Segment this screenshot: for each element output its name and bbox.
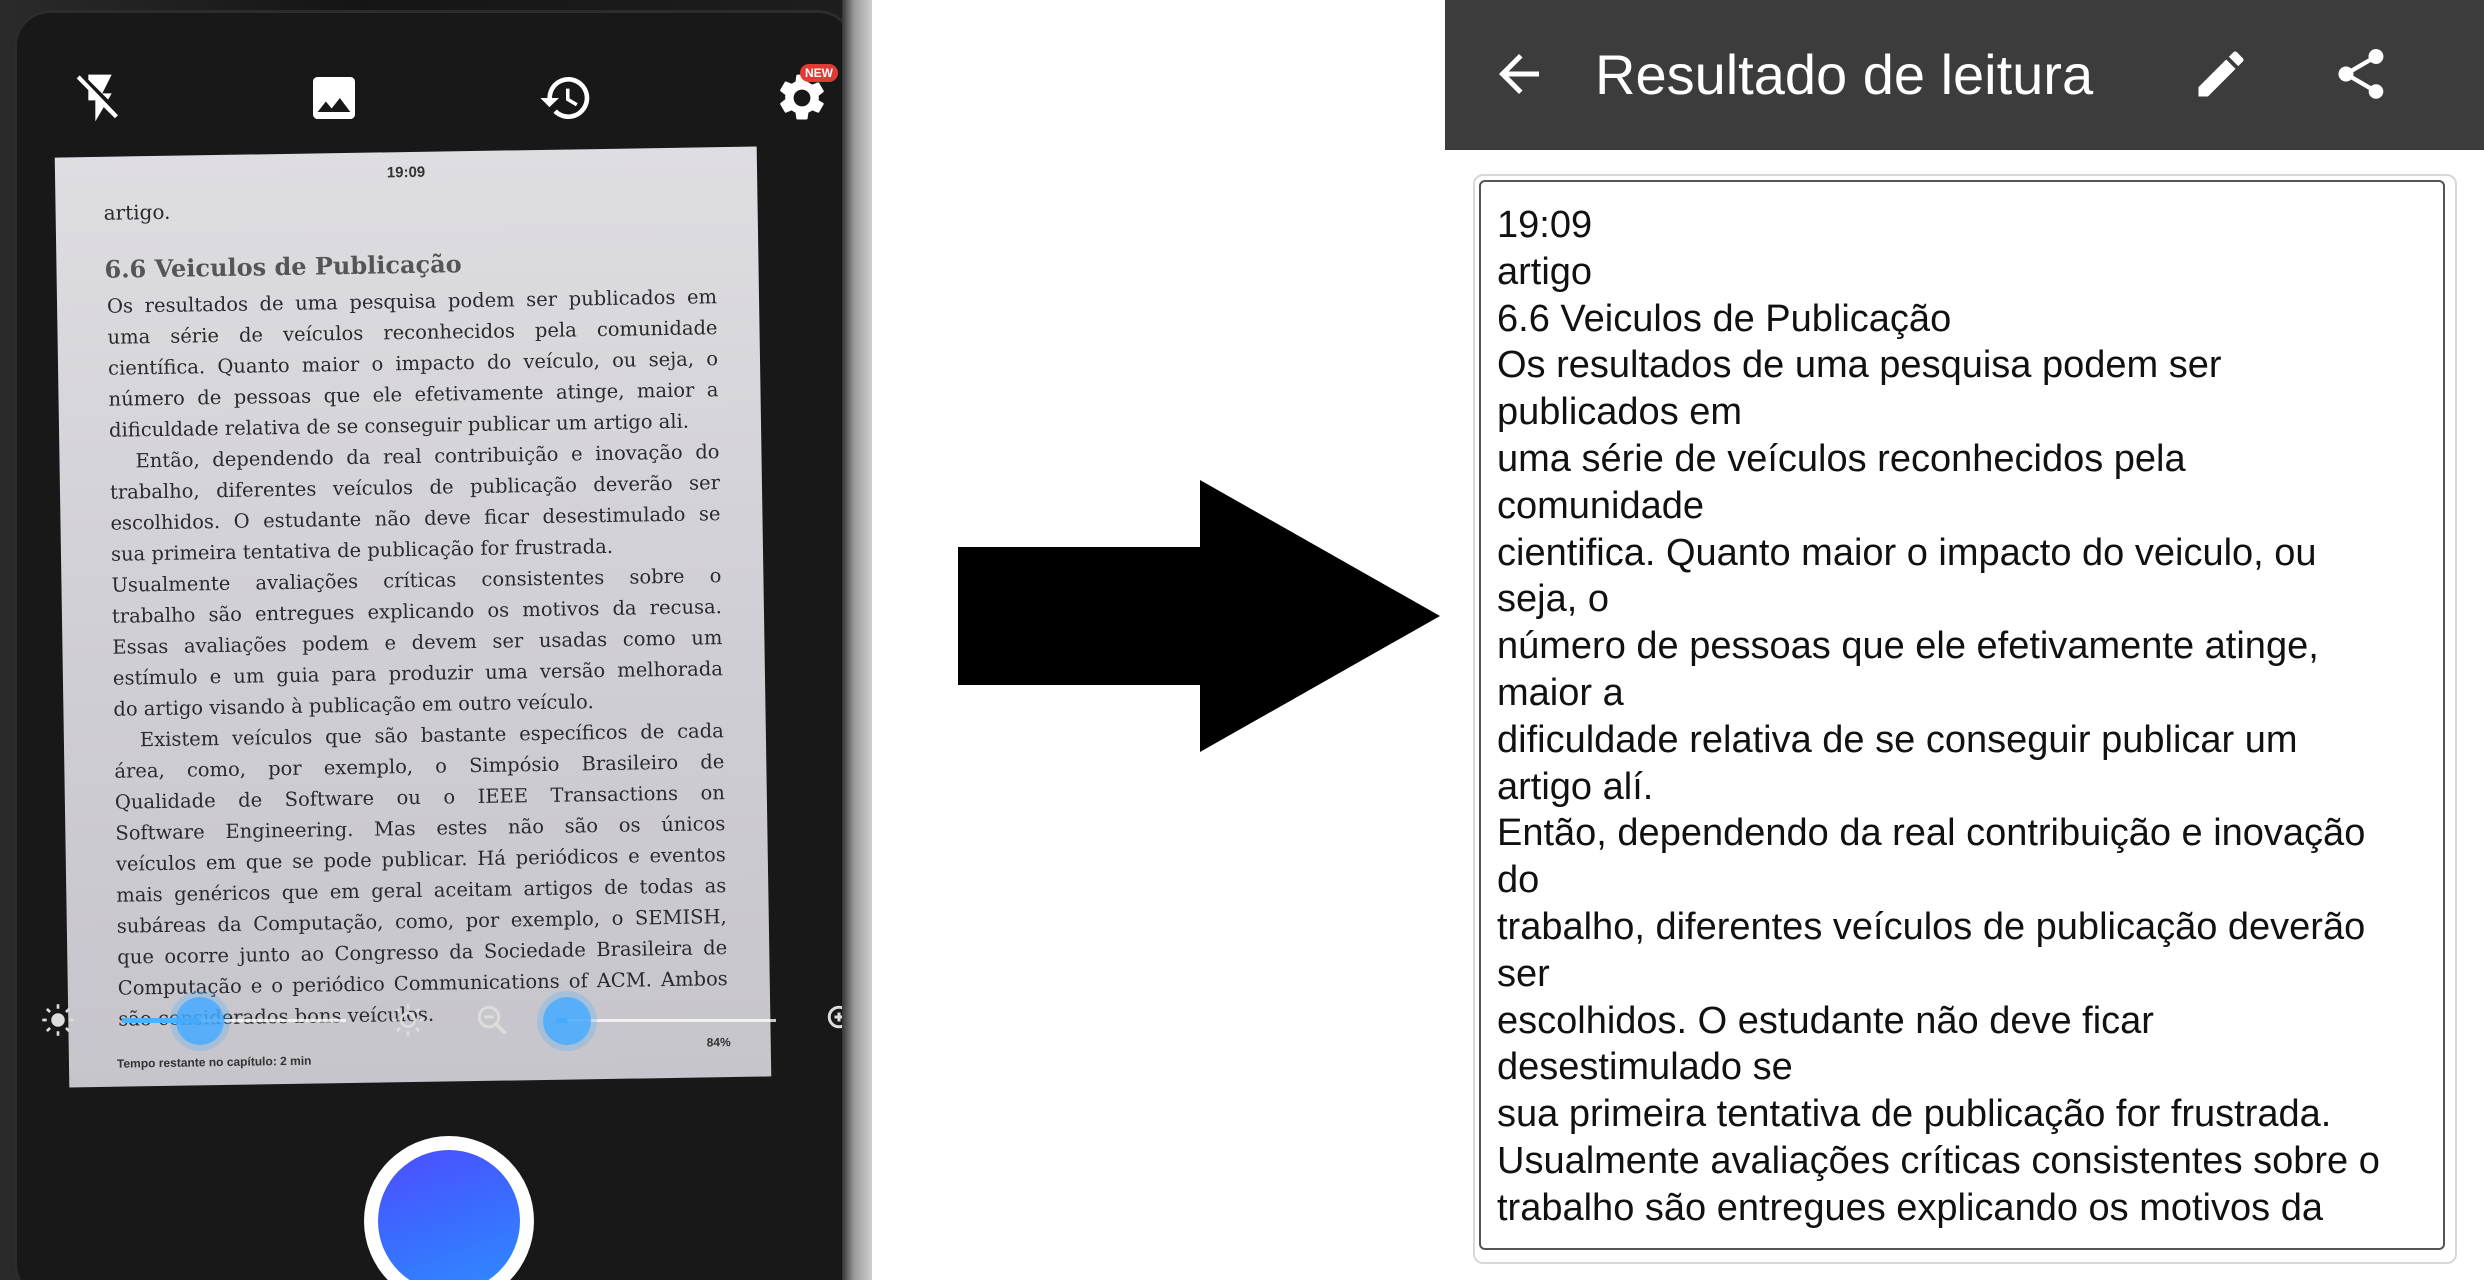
page-clock: 19:09 [386, 163, 426, 182]
page-heading: 6.6 Veiculos de Publicação [104, 249, 462, 284]
settings-button[interactable]: NEW [764, 60, 840, 136]
brightness-slider-thumb[interactable] [176, 997, 224, 1045]
share-button[interactable] [2323, 36, 2399, 112]
result-text-line: Então, dependendo da real contribuição e… [1497, 812, 2366, 855]
ereader-page-text: 19:09 artigo. 6.6 Veiculos de Publicação… [55, 147, 772, 1088]
gallery-icon [313, 77, 355, 119]
result-text-line: Usualmente avaliações críticas consisten… [1497, 1139, 2380, 1182]
result-text-line: 6.6 Veiculos de Publicação [1497, 297, 1952, 340]
arrow-back-icon [1499, 54, 1539, 94]
result-text-line: desestimulado se [1497, 1046, 1793, 1089]
result-text-line: dificuldade relativa de se conseguir pub… [1497, 718, 2298, 761]
app-bar: Resultado de leitura [1445, 0, 2484, 150]
zoom-in-icon [824, 1002, 860, 1038]
recognized-text-area[interactable]: 19:09 artigo 6.6 Veiculos de Publicação Os … [1479, 180, 2445, 1250]
page-title: Resultado de leitura [1595, 43, 2094, 106]
zoom-out-icon [474, 1002, 510, 1038]
result-text-line: cientifica. Quanto maior o impacto do ve… [1497, 531, 2317, 574]
brightness-high-icon [390, 1002, 426, 1038]
page-remaining-time: Tempo restante no capítulo: 2 min [116, 1053, 312, 1071]
result-text-line: do [1497, 859, 1540, 902]
reading-result-screen: Resultado de leitura 19:09 artigo 6.6 Veic… [1445, 0, 2484, 1280]
result-text-line: comunidade [1497, 484, 1705, 527]
result-text-line: maior a [1497, 671, 1624, 714]
camera-screen: NEW 19:09 artigo. 6.6 Veiculos de Public… [0, 0, 872, 1280]
back-button[interactable] [1481, 36, 1557, 112]
camera-toolbar: NEW [0, 60, 872, 136]
result-text-line: publicados em [1497, 391, 1743, 434]
result-text-line: trabalho são entregues explicando os mot… [1497, 1186, 2323, 1229]
new-badge: NEW [800, 64, 838, 82]
result-text-line: trabalho, diferentes veículos de publica… [1497, 905, 2366, 948]
result-text-container: 19:09 artigo 6.6 Veiculos de Publicação Os … [1473, 174, 2457, 1264]
page-top-word: artigo. [103, 199, 171, 225]
capture-button-inner [378, 1150, 520, 1280]
page-paragraphs: Os resultados de uma pesquisa podem ser … [107, 281, 729, 1034]
pencil-icon [2198, 51, 2244, 97]
gallery-button[interactable] [296, 60, 372, 136]
result-text-line: uma série de veículos reconhecidos pela [1497, 437, 2186, 480]
flash-off-icon [76, 74, 118, 122]
result-text-line: ser [1497, 952, 1550, 995]
result-text-line: 19:09 [1497, 204, 1593, 246]
result-text-line: artigo alí. [1497, 765, 1654, 808]
share-icon [2338, 49, 2384, 99]
result-text-line: escolhidos. O estudante não deve ficar [1497, 999, 2154, 1042]
flash-toggle-button[interactable] [62, 60, 138, 136]
history-button[interactable] [528, 60, 604, 136]
right-arrow-graphic [958, 480, 1440, 752]
result-text-line: Os resultados de uma pesquisa podem ser [1497, 344, 2222, 387]
history-icon [540, 77, 590, 119]
camera-adjust-sliders [0, 990, 872, 1050]
result-text-line: sua primeira tentativa de publicação for… [1497, 1093, 2332, 1136]
edit-button[interactable] [2183, 36, 2259, 112]
result-text-line: seja, o [1497, 578, 1609, 621]
zoom-slider-thumb[interactable] [543, 997, 591, 1045]
result-text-line: artigo [1497, 250, 1593, 293]
camera-preview-page: 19:09 artigo. 6.6 Veiculos de Publicação… [54, 146, 772, 1088]
brightness-low-icon [40, 1002, 76, 1038]
result-text-line: número de pessoas que ele efetivamente a… [1497, 625, 2319, 668]
